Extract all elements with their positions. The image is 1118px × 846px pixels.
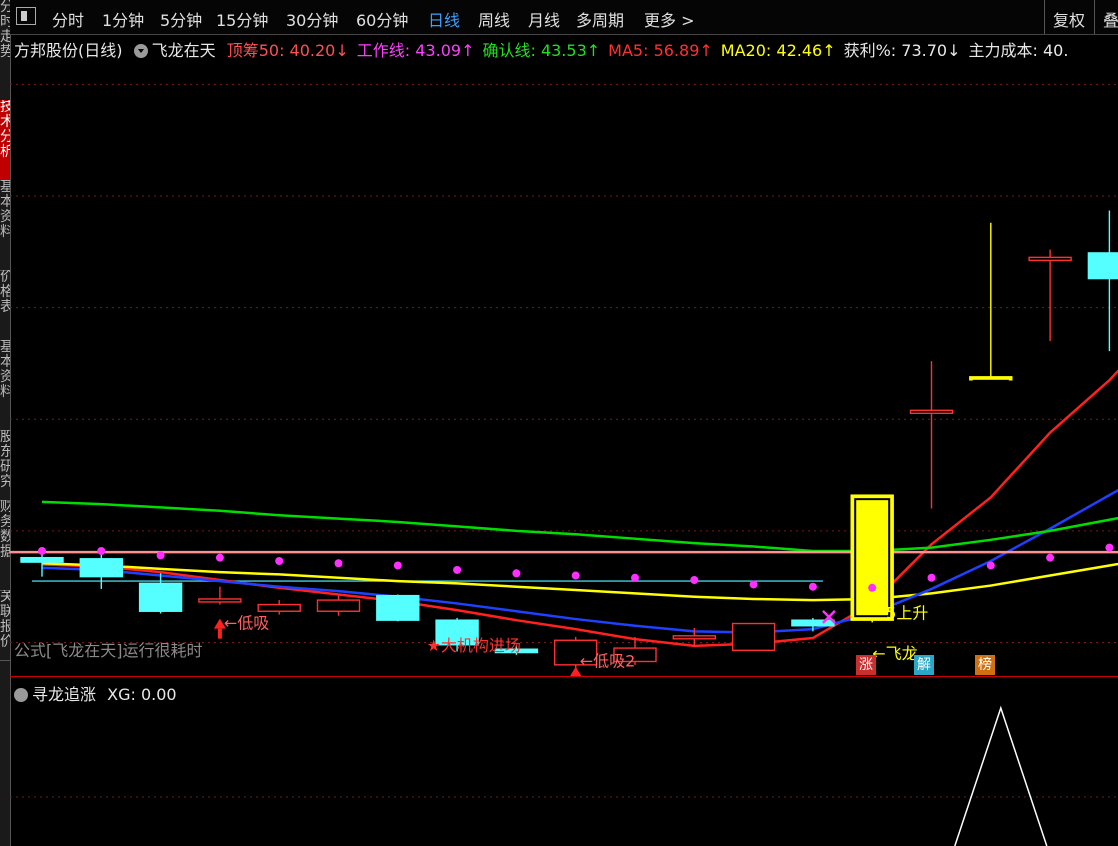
sidebar-tab[interactable]: 分 时 走 势 — [0, 0, 10, 101]
chip-dot — [275, 557, 284, 566]
period-tab[interactable]: 15分钟 — [216, 7, 268, 31]
chip-dot — [749, 580, 758, 589]
series-line — [41, 369, 1118, 648]
sidebar-tab[interactable]: 技 术 分 析 — [0, 100, 10, 181]
chart-annotation: ←飞龙 — [872, 644, 917, 663]
sidebar-tab[interactable]: 基 本 资 料 — [0, 180, 10, 271]
chip-dot — [334, 559, 343, 568]
period-tab[interactable]: 月线 — [528, 7, 560, 31]
formula-notice: 公式[飞龙在天]运行很耗时 — [14, 641, 203, 660]
chart-annotation: ←低吸 — [224, 614, 269, 633]
period-tab[interactable]: 日线 — [428, 7, 460, 31]
series-line — [41, 500, 1118, 553]
candle-body — [20, 556, 64, 563]
chip-dot — [453, 565, 462, 574]
chip-dot — [690, 575, 699, 584]
arrow-down-icon: ↓ — [947, 41, 961, 60]
chip-dot — [1046, 553, 1055, 562]
event-tag[interactable]: 涨 — [856, 655, 876, 675]
period-tab[interactable]: 5分钟 — [160, 7, 202, 31]
chip-dot — [393, 561, 402, 570]
buy-arrow-icon — [217, 628, 222, 639]
chart-annotation: ★大机构进场 — [427, 636, 521, 655]
candle-body — [316, 599, 361, 612]
period-tab[interactable]: 分时 — [52, 7, 84, 31]
xg-signal-line — [954, 705, 1048, 846]
arrow-up-icon: ↑ — [822, 41, 836, 60]
arrow-up-icon: ↑ — [461, 41, 475, 60]
candle-body — [1087, 252, 1118, 280]
candle-body — [731, 622, 776, 652]
chip-dot — [571, 571, 580, 580]
period-tab[interactable]: 30分钟 — [286, 7, 338, 31]
arrow-down-icon: ↓ — [335, 41, 349, 60]
event-tag[interactable]: 榜 — [975, 655, 995, 675]
indicator-value: 主力成本: 40. — [968, 41, 1069, 60]
period-tab[interactable]: 1分钟 — [102, 7, 144, 31]
candle-body — [376, 594, 420, 621]
chip-dot — [512, 569, 521, 578]
dropdown-icon[interactable] — [133, 44, 148, 58]
indicator-header: 方邦股份(日线) 飞龙在天 顶筹50: 40.20↓ 工作线: 43.09↑ 确认线… — [14, 37, 1118, 61]
period-toolbar: 分时 1分钟 5分钟 15分钟 30分钟 60分钟 日线 周线 月线 多周期 更多 > 复权 叠 — [10, 0, 1118, 35]
period-tab[interactable]: 更多 > — [644, 7, 695, 31]
sidebar-tab[interactable]: 财 务 数 据 — [0, 500, 10, 591]
chip-dot — [868, 583, 877, 592]
period-tab[interactable]: 周线 — [478, 7, 510, 31]
series-line — [41, 488, 1118, 634]
indicator-value: 获利%: 73.70 — [843, 41, 948, 60]
candle-body — [79, 558, 124, 578]
candle-body — [672, 635, 716, 640]
chip-dot — [808, 582, 817, 591]
indicator-value: 顶筹50: 40.20 — [226, 41, 336, 60]
candle-body — [791, 619, 835, 627]
sidebar-tab[interactable]: 股 东 研 究 — [0, 430, 10, 501]
chip-dot — [986, 561, 995, 570]
chart-annotation: 5上升 — [886, 604, 928, 623]
indicator-value: MA5: 56.89 — [608, 41, 700, 60]
chip-dot — [97, 546, 106, 555]
adjust-button[interactable]: 复权 — [1044, 0, 1093, 34]
sidebar-tab[interactable]: 基 本 资 料 — [0, 340, 10, 431]
chip-dot — [215, 553, 224, 562]
candle-body — [198, 598, 242, 603]
arrow-up-icon: ↑ — [699, 41, 713, 60]
indicator-value: 工作线: 43.09 — [356, 41, 462, 60]
stock-name: 方邦股份(日线) — [14, 41, 123, 60]
chip-dot — [1105, 543, 1114, 552]
candle-body — [909, 409, 954, 415]
chart-annotation: ←低吸2 — [580, 652, 636, 671]
indicator-value: MA20: 42.46 — [720, 41, 823, 60]
candle-body — [969, 376, 1013, 381]
chip-dot — [631, 573, 639, 582]
candle-body — [257, 603, 301, 612]
arrow-up-icon: ↑ — [586, 41, 601, 60]
pane-divider[interactable] — [10, 676, 1118, 677]
event-tag[interactable]: 解 — [914, 655, 934, 675]
limit-up-inner — [972, 379, 1009, 383]
chip-dot — [38, 546, 46, 555]
period-tab[interactable]: 多周期 — [576, 7, 624, 31]
sidebar-tab[interactable]: 关 联 报 价 — [0, 590, 10, 661]
overlay-button[interactable]: 叠 — [1094, 0, 1118, 34]
candle-body — [850, 494, 894, 621]
candle-body — [1028, 256, 1072, 262]
chip-dot — [927, 573, 936, 582]
indicator-value: 确认线: 43.53 — [482, 41, 587, 60]
sidebar-tab[interactable]: 价 格 表 — [0, 270, 10, 341]
main-candle-chart[interactable]: ←低吸★大机构进场←低吸2←飞龙5上升★ — [10, 62, 1118, 676]
panel-toggle-icon[interactable] — [16, 7, 36, 25]
candle-body — [138, 582, 183, 612]
sub-indicator-chart[interactable] — [10, 700, 1118, 846]
chip-dot — [156, 551, 165, 560]
period-tab[interactable]: 60分钟 — [356, 7, 408, 31]
indicator-name[interactable]: 飞龙在天 — [152, 41, 216, 60]
